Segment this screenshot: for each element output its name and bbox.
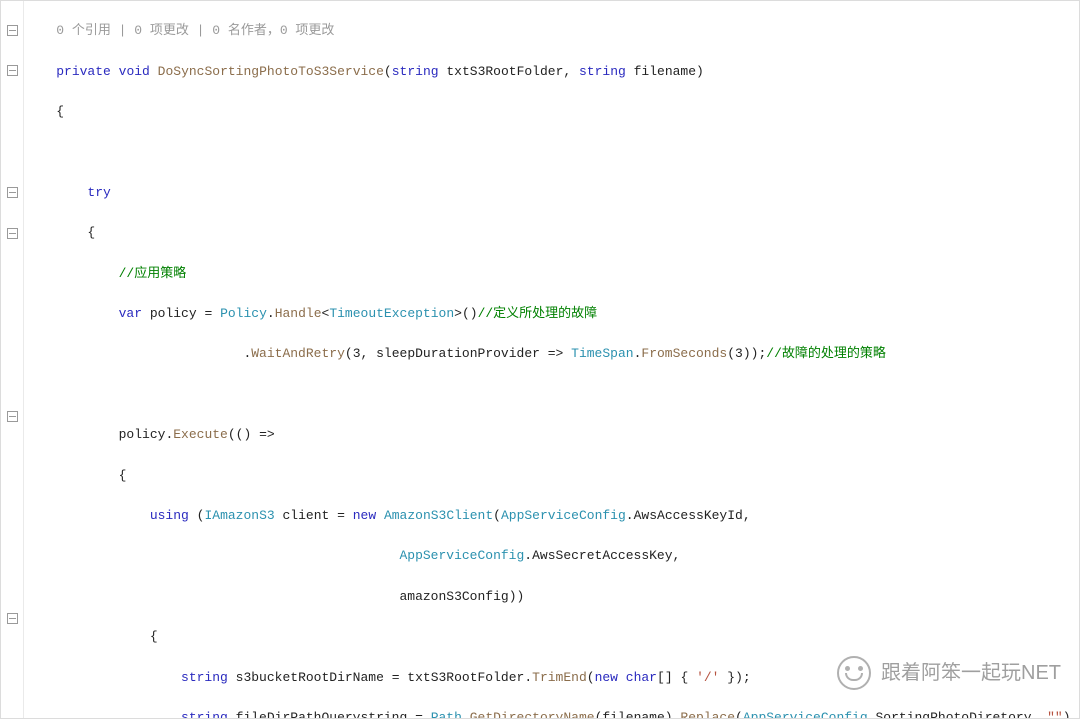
code-line: amazonS3Config)) <box>25 587 1079 607</box>
codelens-line: 0 个引用 | 0 项更改 | 0 名作者，0 项更改 <box>25 21 1079 41</box>
code-line <box>25 385 1079 405</box>
gutter <box>1 1 24 718</box>
code-line: { <box>25 223 1079 243</box>
code-line <box>25 142 1079 162</box>
code-line: using (IAmazonS3 client = new AmazonS3Cl… <box>25 506 1079 526</box>
fold-icon[interactable] <box>7 65 18 76</box>
code-line: AppServiceConfig.AwsSecretAccessKey, <box>25 546 1079 566</box>
code-line: try <box>25 183 1079 203</box>
code-content[interactable]: 0 个引用 | 0 项更改 | 0 名作者，0 项更改 private void… <box>25 1 1079 718</box>
code-line: { <box>25 627 1079 647</box>
code-line: string s3bucketRootDirName = txtS3RootFo… <box>25 668 1079 688</box>
code-line: private void DoSyncSortingPhotoToS3Servi… <box>25 62 1079 82</box>
codelens-text: 0 个引用 | 0 项更改 | 0 名作者，0 项更改 <box>56 23 334 38</box>
code-line: { <box>25 466 1079 486</box>
fold-icon[interactable] <box>7 613 18 624</box>
code-line: .WaitAndRetry(3, sleepDurationProvider =… <box>25 344 1079 364</box>
code-editor[interactable]: 0 个引用 | 0 项更改 | 0 名作者，0 项更改 private void… <box>0 0 1080 719</box>
fold-icon[interactable] <box>7 228 18 239</box>
fold-icon[interactable] <box>7 187 18 198</box>
code-line: policy.Execute(() => <box>25 425 1079 445</box>
code-line: string fileDirPathQuerystring = Path.Get… <box>25 708 1079 718</box>
fold-icon[interactable] <box>7 25 18 36</box>
code-line: var policy = Policy.Handle<TimeoutExcept… <box>25 304 1079 324</box>
code-line: //应用策略 <box>25 264 1079 284</box>
code-line: { <box>25 102 1079 122</box>
fold-icon[interactable] <box>7 411 18 422</box>
